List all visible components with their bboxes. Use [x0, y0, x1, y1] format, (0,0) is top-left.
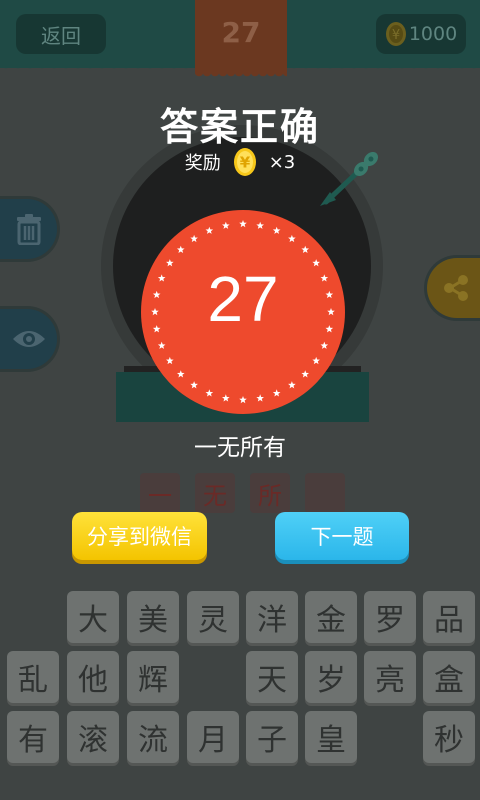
letter-key[interactable]: 岁 [305, 651, 357, 703]
level-number: 27 [221, 16, 261, 49]
top-bar: 返回 27 ¥ 1000 [0, 0, 480, 80]
letter-key[interactable]: 皇 [305, 711, 357, 763]
letter-key-empty [364, 711, 416, 763]
letter-key[interactable]: 滚 [67, 711, 119, 763]
letter-key[interactable]: 大 [67, 591, 119, 643]
yuan-coin-icon: ¥ [233, 148, 256, 176]
coin-balance[interactable]: ¥ 1000 [376, 14, 466, 54]
back-button[interactable]: 返回 [16, 14, 106, 54]
letter-key[interactable]: 秒 [423, 711, 475, 763]
svg-text:¥: ¥ [392, 28, 400, 43]
share-icon [443, 275, 468, 301]
letter-key[interactable]: 流 [127, 711, 179, 763]
next-question-button[interactable]: 下一题 [275, 512, 409, 560]
success-title: 答案正确 [159, 105, 320, 149]
reward-row: 奖励 ¥ ×3 [0, 146, 480, 178]
letter-key[interactable]: 天 [246, 651, 298, 703]
answer-slot[interactable]: 所 [250, 473, 290, 513]
svg-text:¥: ¥ [240, 154, 251, 172]
share-side-button[interactable] [424, 255, 480, 321]
trash-icon [16, 214, 41, 245]
delete-letter-button[interactable] [0, 196, 60, 262]
letter-key[interactable]: 亮 [364, 651, 416, 703]
letter-key[interactable]: 品 [423, 591, 475, 643]
share-wechat-button[interactable]: 分享到微信 [72, 512, 207, 560]
letter-key[interactable]: 美 [127, 591, 179, 643]
letter-key[interactable]: 乱 [7, 651, 59, 703]
level-tab: 27 [195, 0, 287, 80]
yuan-coin-icon: ¥ [385, 22, 406, 46]
answer-text: 一无所有 [194, 435, 286, 461]
letter-key[interactable]: 有 [7, 711, 59, 763]
letter-key[interactable]: 辉 [127, 651, 179, 703]
letter-key[interactable]: 金 [305, 591, 357, 643]
reveal-letter-button[interactable] [0, 306, 60, 372]
letter-key[interactable]: 月 [187, 711, 239, 763]
letter-key[interactable]: 灵 [187, 591, 239, 643]
answer-slot[interactable]: 一 [140, 473, 180, 513]
letter-key-empty [187, 651, 239, 703]
answer-slot[interactable] [305, 473, 345, 513]
letter-grid: 大 美 灵 洋 金 罗 品 乱 他 辉 天 岁 亮 盒 有 滚 流 月 子 皇 … [0, 585, 480, 800]
letter-key[interactable]: 盒 [423, 651, 475, 703]
coin-count: 1000 [408, 23, 458, 45]
letter-key[interactable]: 洋 [246, 591, 298, 643]
letter-key[interactable]: 罗 [364, 591, 416, 643]
game-screen: 返回 27 ¥ 1000 一无所有 一 无 所 分享到微信 下一题 大 美 灵 … [0, 0, 480, 800]
letter-key[interactable]: 他 [67, 651, 119, 703]
letter-key[interactable]: 子 [246, 711, 298, 763]
reward-label: 奖励 [184, 153, 221, 174]
eye-icon [12, 331, 45, 347]
level-badge-number: 27 [207, 263, 279, 335]
letter-key-empty [7, 591, 59, 643]
answer-slot[interactable]: 无 [195, 473, 235, 513]
reward-multiplier: ×3 [268, 151, 296, 173]
